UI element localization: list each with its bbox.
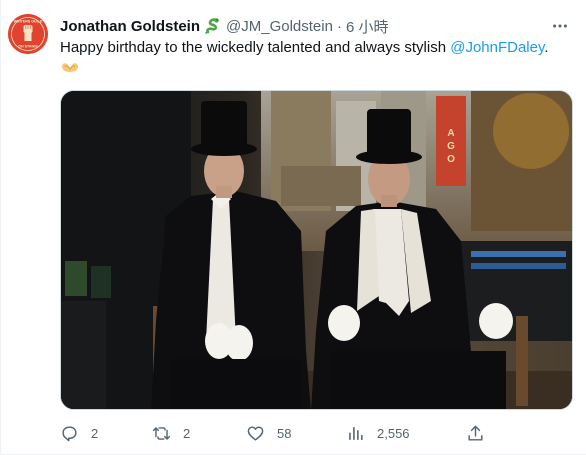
- two-men-in-top-hats-photo: A G O: [61, 91, 572, 409]
- more-options-button[interactable]: [550, 16, 570, 36]
- reply-icon: [62, 425, 77, 441]
- tweet-actions: 2 2 58 2,556: [60, 422, 573, 444]
- like-count: 58: [277, 425, 292, 441]
- reply-count: 2: [91, 425, 99, 441]
- heart-hands-emoji-icon: [60, 60, 80, 76]
- tweet[interactable]: WRITERS GUILD ON STRIKE Jonathan Goldste…: [0, 0, 586, 455]
- retweet-button[interactable]: 2: [152, 422, 190, 444]
- svg-text:G: G: [447, 141, 455, 152]
- tweet-text-body: Happy birthday to the wickedly talented …: [60, 39, 451, 56]
- avatar-logo-text-bottom: ON STRIKE: [18, 45, 38, 49]
- mention-link[interactable]: @JohnFDaley: [450, 39, 544, 56]
- more-horizontal-icon: [553, 24, 567, 28]
- svg-text:A: A: [447, 128, 454, 139]
- svg-text:O: O: [447, 154, 455, 165]
- tweet-header: Jonathan Goldstein @JM_Goldstein · 6 小時: [60, 15, 388, 37]
- tweet-timestamp[interactable]: 6 小時: [346, 16, 389, 37]
- separator-dot: ·: [336, 17, 342, 35]
- author-handle[interactable]: @JM_Goldstein: [226, 18, 333, 35]
- heart-icon: [247, 425, 264, 441]
- views-count: 2,556: [377, 425, 410, 441]
- share-button[interactable]: [466, 422, 485, 444]
- retweet-count: 2: [183, 425, 191, 441]
- views-chart-icon: [349, 426, 363, 440]
- avatar[interactable]: WRITERS GUILD ON STRIKE: [8, 14, 48, 54]
- avatar-logo-text-top: WRITERS GUILD: [14, 20, 43, 24]
- tweet-text: Happy birthday to the wickedly talented …: [60, 38, 570, 58]
- views-button[interactable]: 2,556: [346, 422, 410, 444]
- raised-fist-logo: WRITERS GUILD ON STRIKE: [8, 14, 48, 54]
- share-icon: [468, 425, 483, 441]
- reply-button[interactable]: 2: [60, 422, 98, 444]
- tweet-photo[interactable]: A G O: [60, 90, 573, 410]
- tweet-text-end: .: [544, 39, 549, 56]
- snake-emoji-icon: [204, 17, 222, 35]
- retweet-icon: [152, 426, 171, 440]
- like-button[interactable]: 58: [246, 422, 291, 444]
- author-display-name[interactable]: Jonathan Goldstein: [60, 18, 200, 35]
